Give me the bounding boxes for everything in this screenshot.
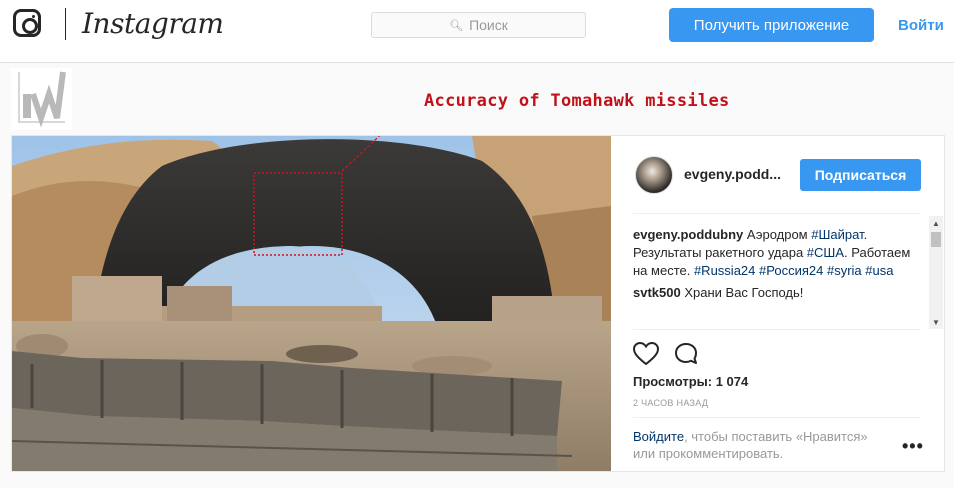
more-options-icon[interactable]: ••• bbox=[902, 436, 924, 457]
post-username[interactable]: evgeny.podd... bbox=[684, 166, 781, 182]
logo-divider bbox=[65, 8, 66, 40]
login-divider bbox=[633, 417, 921, 418]
comments-scrollbar[interactable]: ▲ ▼ bbox=[929, 216, 943, 329]
search-input[interactable]: 🔍︎ Поиск bbox=[371, 12, 586, 38]
header-divider bbox=[633, 213, 921, 214]
search-icon: 🔍︎ bbox=[449, 19, 464, 32]
post-card: evgeny.podd... Подписаться evgeny.poddub… bbox=[11, 135, 945, 472]
top-navigation-bar: Instagram 🔍︎ Поиск Получить приложение В… bbox=[0, 0, 954, 63]
instagram-wordmark[interactable]: Instagram bbox=[82, 7, 224, 40]
caption-text-1: Аэродром bbox=[743, 227, 812, 242]
search-placeholder: Поиск bbox=[469, 17, 508, 33]
scroll-up-arrow-icon[interactable]: ▲ bbox=[929, 216, 943, 230]
camera-lens-shape bbox=[22, 18, 38, 34]
views-count: Просмотры: 1 074 bbox=[633, 374, 748, 389]
annotation-label: Accuracy of Tomahawk missiles bbox=[424, 91, 730, 111]
tv-channel-watermark-logo bbox=[11, 68, 72, 130]
login-link[interactable]: Войти bbox=[898, 17, 944, 34]
views-value: 1 074 bbox=[715, 374, 749, 389]
scrollbar-thumb[interactable] bbox=[931, 232, 941, 247]
actions-divider bbox=[633, 329, 921, 330]
post-timestamp[interactable]: 2 часов назад bbox=[633, 398, 708, 408]
login-prompt: Войдите, чтобы поставить «Нравится» или … bbox=[633, 428, 883, 462]
comment-text: Храни Вас Господь! bbox=[684, 285, 804, 300]
camera-flash-dot bbox=[32, 15, 35, 18]
instagram-camera-icon[interactable] bbox=[13, 9, 41, 37]
hashtag-link[interactable]: #Russia24 bbox=[694, 263, 755, 278]
caption: evgeny.poddubny Аэродром #Шайрат. Резуль… bbox=[633, 226, 923, 280]
login-prompt-link[interactable]: Войдите bbox=[633, 429, 684, 444]
hashtag-link[interactable]: #syria bbox=[827, 263, 862, 278]
caption-author[interactable]: evgeny.poddubny bbox=[633, 227, 743, 242]
hashtag-link[interactable]: #Россия24 bbox=[759, 263, 823, 278]
post-photo[interactable] bbox=[12, 136, 611, 472]
avatar[interactable] bbox=[635, 156, 673, 194]
hashtag-link[interactable]: #usa bbox=[865, 263, 893, 278]
post-sidebar: evgeny.podd... Подписаться evgeny.poddub… bbox=[611, 136, 944, 471]
comments-list: evgeny.poddubny Аэродром #Шайрат. Резуль… bbox=[633, 226, 923, 302]
comment-icon[interactable] bbox=[674, 342, 699, 366]
heart-icon[interactable] bbox=[633, 342, 659, 366]
views-label: Просмотры: bbox=[633, 374, 713, 389]
scroll-down-arrow-icon[interactable]: ▼ bbox=[929, 315, 943, 329]
hashtag-link[interactable]: #США bbox=[807, 245, 844, 260]
follow-button[interactable]: Подписаться bbox=[800, 159, 921, 191]
annotation-pointer-line bbox=[341, 136, 381, 172]
comment-item: svtk500 Храни Вас Господь! bbox=[633, 284, 923, 302]
comment-author[interactable]: svtk500 bbox=[633, 285, 681, 300]
hashtag-link[interactable]: #Шайрат bbox=[811, 227, 863, 242]
get-app-button[interactable]: Получить приложение bbox=[669, 8, 874, 42]
